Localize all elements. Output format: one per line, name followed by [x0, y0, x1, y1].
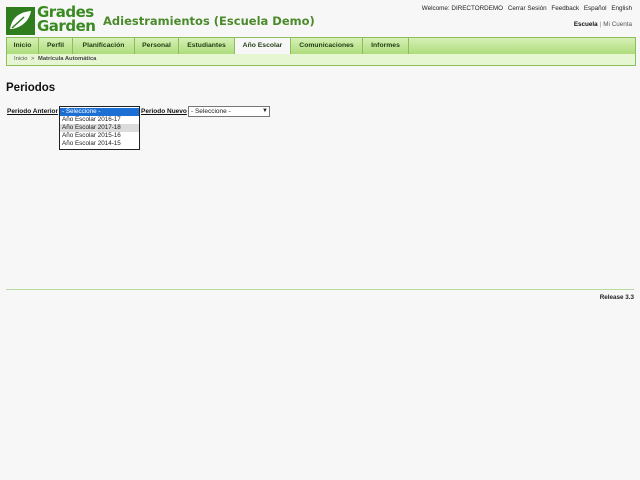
welcome-text: Welcome: DIRECTORDEMO	[421, 5, 504, 12]
dropdown-option[interactable]: Año Escolar 2017-18	[60, 124, 139, 132]
tab-informes[interactable]: Informes	[363, 38, 409, 54]
breadcrumb-home[interactable]: Inicio	[14, 54, 28, 65]
logo-line2: Garden	[37, 17, 96, 35]
logo[interactable]: Grades Garden	[6, 5, 96, 36]
spanish-link[interactable]: Español	[584, 5, 607, 12]
school-link[interactable]: Escuela	[574, 21, 598, 28]
top-links: Welcome: DIRECTORDEMO Cerrar Sesión Feed…	[419, 5, 632, 12]
english-link[interactable]: English	[611, 5, 632, 12]
my-account-link[interactable]: Mi Cuenta	[603, 21, 632, 28]
tab-personal[interactable]: Personal	[135, 38, 179, 54]
tab-inicio[interactable]: Inicio	[7, 38, 39, 54]
new-period-select[interactable]: - Seleccione - ▼	[188, 106, 270, 117]
breadcrumb-separator: >	[31, 56, 35, 62]
tab-estudiantes[interactable]: Estudiantes	[179, 38, 235, 54]
main-nav: Inicio Perfil Planificación Personal Est…	[6, 37, 636, 55]
chevron-down-icon: ▼	[262, 108, 268, 114]
new-period-select-value: - Seleccione -	[191, 108, 231, 115]
breadcrumb: Inicio > Matrícula Automática	[6, 54, 636, 66]
dropdown-option[interactable]: - Seleccione -	[60, 108, 139, 116]
logo-text: Grades Garden	[37, 5, 96, 35]
tab-comunicaciones[interactable]: Comunicaciones	[291, 38, 363, 54]
new-period-label: Periodo Nuevo	[141, 108, 187, 115]
tab-planificacion[interactable]: Planificación	[73, 38, 135, 54]
dropdown-option[interactable]: Año Escolar 2015-16	[60, 132, 139, 140]
previous-period-dropdown[interactable]: - Seleccione - Año Escolar 2016-17 Año E…	[59, 106, 140, 150]
tab-perfil[interactable]: Perfil	[39, 38, 73, 54]
account-separator: |	[599, 21, 602, 28]
feedback-link[interactable]: Feedback	[551, 5, 579, 12]
school-name: Adiestramientos (Escuela Demo)	[103, 14, 315, 28]
tab-ano-escolar[interactable]: Año Escolar	[235, 38, 291, 54]
dropdown-option[interactable]: Año Escolar 2014-15	[60, 140, 139, 148]
dropdown-option[interactable]: Año Escolar 2016-17	[60, 116, 139, 124]
footer-divider	[6, 289, 634, 290]
account-links: Escuela | Mi Cuenta	[574, 21, 632, 28]
leaf-icon	[6, 7, 35, 35]
page-title: Periodos	[6, 82, 56, 94]
release-version: Release 3.3	[599, 294, 634, 301]
breadcrumb-current: Matrícula Automática	[38, 56, 97, 62]
logout-link[interactable]: Cerrar Sesión	[508, 5, 547, 12]
previous-period-label: Periodo Anterior	[7, 108, 59, 115]
